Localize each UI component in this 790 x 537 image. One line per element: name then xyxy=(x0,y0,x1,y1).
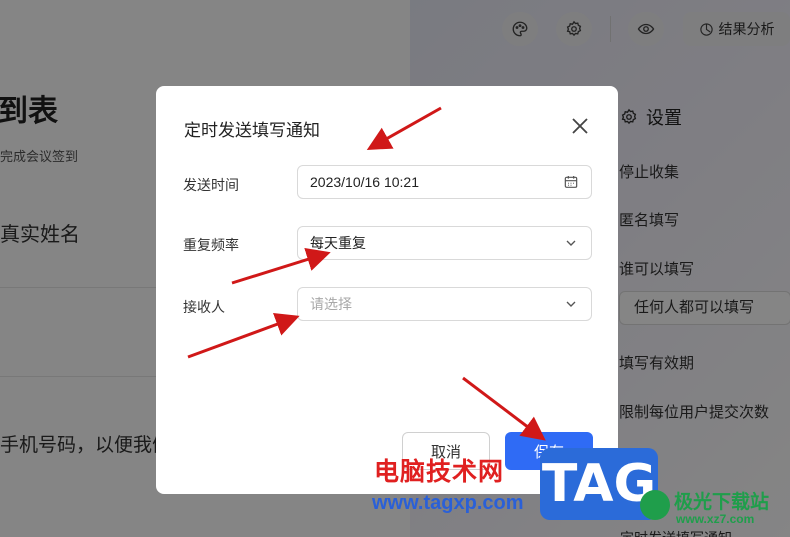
watermark-logo-url: www.xz7.com xyxy=(676,512,755,526)
chevron-down-icon xyxy=(566,240,576,246)
repeat-select[interactable]: 每天重复 xyxy=(297,226,592,260)
watermark-site-url: www.tagxp.com xyxy=(372,492,524,514)
calendar-icon[interactable] xyxy=(563,174,579,190)
chevron-down-icon xyxy=(566,301,576,307)
repeat-value: 每天重复 xyxy=(310,235,366,251)
send-time-value: 2023/10/16 10:21 xyxy=(310,174,419,190)
dialog-title: 定时发送填写通知 xyxy=(184,121,320,140)
close-button[interactable] xyxy=(568,114,592,138)
receiver-label: 接收人 xyxy=(183,299,225,315)
receiver-select[interactable]: 请选择 xyxy=(297,287,592,321)
close-icon xyxy=(572,118,588,134)
app-page: 结果分析 到表 完成会议签到 真实姓名 手机号码，以便我们 设置 停止收集 匿名… xyxy=(0,0,790,537)
receiver-placeholder: 请选择 xyxy=(310,296,352,312)
timed-notify-dialog: 定时发送填写通知 发送时间 2023/10/16 10:21 重复频率 每天重复… xyxy=(156,86,618,494)
repeat-label: 重复频率 xyxy=(183,237,239,253)
watermark-logo-text: 极光下载站 xyxy=(674,492,770,513)
send-time-label: 发送时间 xyxy=(183,177,239,193)
send-time-picker[interactable]: 2023/10/16 10:21 xyxy=(297,165,592,199)
watermark-aurora-icon xyxy=(640,490,670,520)
watermark-site-name: 电脑技术网 xyxy=(374,458,505,486)
